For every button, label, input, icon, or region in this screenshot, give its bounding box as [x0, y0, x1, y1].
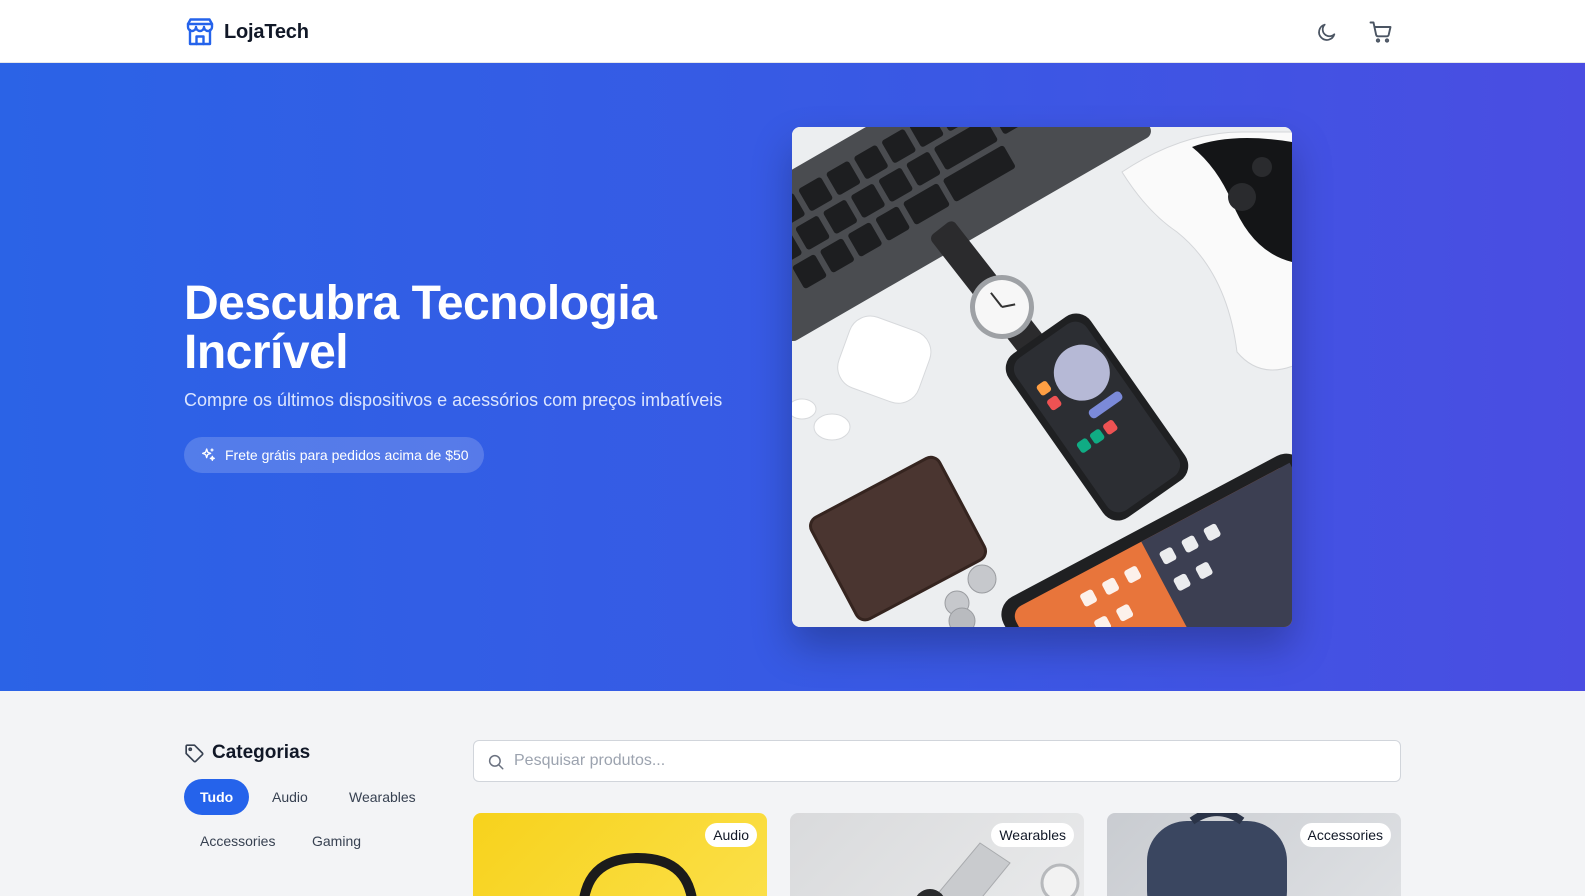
sparkles-icon — [202, 448, 215, 461]
hero-banner: Descubra Tecnologia Incrível Compre os ú… — [0, 63, 1585, 691]
category-chip-audio[interactable]: Audio — [256, 779, 324, 815]
brand-name: LojaTech — [224, 20, 309, 43]
hero-title: Descubra Tecnologia Incrível — [184, 277, 657, 379]
cart-icon — [1369, 21, 1392, 43]
product-search — [473, 740, 1401, 782]
store-icon — [186, 18, 214, 46]
moon-icon — [1318, 23, 1336, 41]
top-navbar: LojaTech — [0, 0, 1585, 63]
category-chip-accessories[interactable]: Accessories — [184, 823, 291, 859]
search-icon — [488, 754, 504, 770]
category-chip-wearables[interactable]: Wearables — [333, 779, 432, 815]
free-shipping-text: Frete grátis para pedidos acima de $50 — [225, 447, 469, 463]
categories-title: Categorias — [212, 742, 311, 763]
tag-icon — [185, 744, 204, 763]
hero-subtitle: Compre os últimos dispositivos e acessór… — [184, 390, 723, 410]
search-input[interactable] — [514, 752, 1400, 770]
product-card-headphones[interactable]: Audio — [473, 813, 767, 896]
product-card-smartwatch[interactable]: Wearables — [790, 813, 1084, 896]
category-chip-gaming[interactable]: Gaming — [296, 823, 377, 859]
cart-button[interactable] — [1365, 16, 1397, 48]
theme-toggle-button[interactable] — [1311, 16, 1343, 48]
category-chip-tudo[interactable]: Tudo — [184, 779, 250, 815]
free-shipping-badge: Frete grátis para pedidos acima de $50 — [184, 437, 484, 473]
product-card-backpack[interactable]: Accessories — [1107, 813, 1401, 896]
category-tag: Accessories — [1299, 823, 1391, 847]
category-tag: Wearables — [991, 823, 1074, 847]
category-tag: Audio — [705, 823, 757, 847]
tech-flatlay-illustration — [792, 127, 1292, 627]
hero-product-image — [792, 127, 1292, 627]
brand-logo[interactable]: LojaTech — [184, 16, 309, 48]
categories-header: Categorias — [184, 742, 310, 764]
